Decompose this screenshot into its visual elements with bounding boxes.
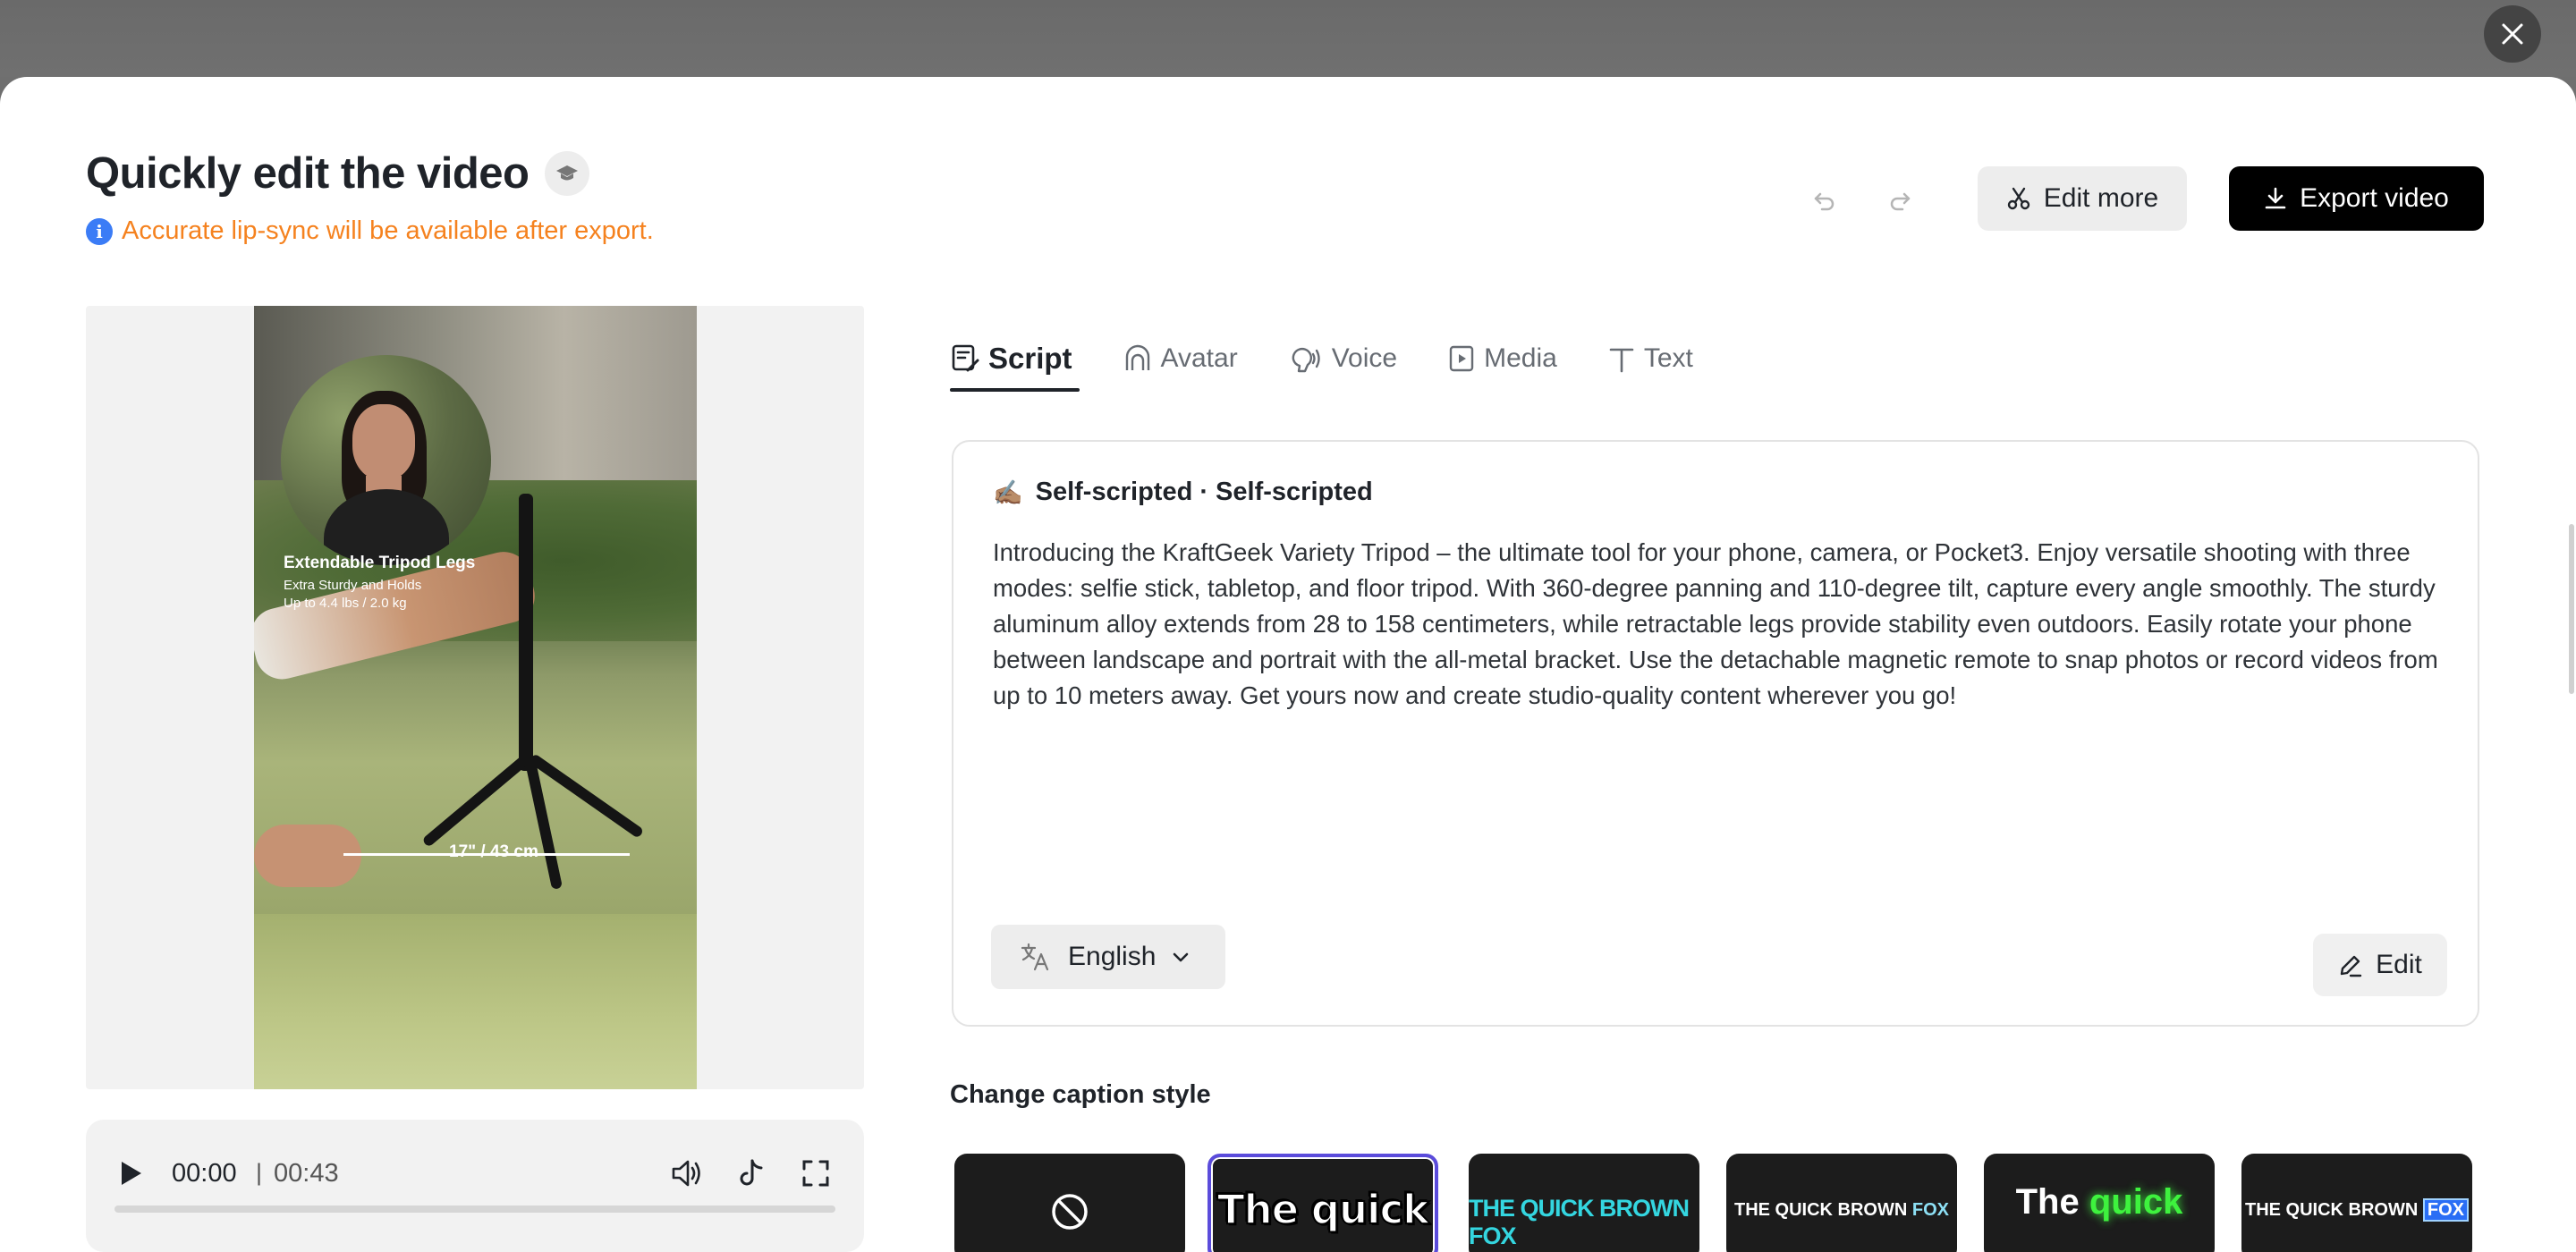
tripod-pole (519, 494, 533, 771)
scrollbar-thumb[interactable] (2569, 524, 2574, 694)
avatar-face (352, 404, 415, 480)
close-modal-button[interactable] (2484, 5, 2541, 63)
editor-tabs: Script Avatar Voice Media Text (950, 329, 1743, 392)
tab-label: Voice (1331, 343, 1398, 373)
edit-label: Edit (2376, 950, 2422, 979)
pencil-icon (2338, 952, 2363, 977)
tab-avatar[interactable]: Avatar (1123, 329, 1238, 388)
graduation-cap-icon (556, 165, 579, 181)
overlay-subtext: Extra Sturdy and Holds Up to 4.4 lbs / 2… (284, 577, 421, 613)
video-hand (254, 825, 361, 887)
tab-label: Avatar (1160, 343, 1238, 373)
language-label: English (1068, 942, 1157, 971)
close-icon (2502, 23, 2523, 45)
tab-label: Media (1484, 343, 1557, 373)
caption-style-boxed-highlight[interactable]: THE QUICK BROWN FOX (2241, 1154, 2472, 1252)
tab-script[interactable]: Script (950, 329, 1080, 392)
overlay-line: Extra Sturdy and Holds (284, 578, 422, 593)
play-button[interactable] (113, 1155, 148, 1191)
tab-label: Script (988, 342, 1072, 375)
edit-more-label: Edit more (2043, 183, 2159, 213)
edit-script-button[interactable]: Edit (2313, 934, 2447, 996)
tiktok-icon (740, 1159, 763, 1186)
undo-button[interactable] (1805, 181, 1844, 220)
tab-label: Text (1643, 343, 1693, 373)
caption-sample: THE QUICK BROWN FOX (1469, 1195, 1690, 1249)
fullscreen-button[interactable] (798, 1155, 834, 1191)
total-time: 00:43 (274, 1159, 339, 1188)
current-time: 00:00 (172, 1159, 237, 1188)
script-card: ✍🏽 Self-scripted · Self-scripted Introdu… (952, 440, 2479, 1027)
avatar-icon (1123, 343, 1153, 374)
video-preview[interactable]: 17" / 43 cm Extendable Tripod Legs Extra… (86, 306, 864, 1089)
notice-text: Accurate lip-sync will be available afte… (122, 216, 654, 245)
media-icon (1447, 343, 1476, 374)
tab-media[interactable]: Media (1447, 329, 1557, 388)
caption-sample: THE QUICK BROWN FOX (2245, 1182, 2469, 1222)
play-icon (122, 1162, 141, 1185)
volume-icon (672, 1160, 700, 1187)
blurred-app-background (0, 0, 2576, 77)
video-lawn (254, 914, 697, 1089)
language-select[interactable]: English (991, 925, 1225, 989)
chevron-down-icon (1170, 946, 1191, 968)
overlay-line: Up to 4.4 lbs / 2.0 kg (284, 596, 407, 611)
caption-style-small-caps-highlight[interactable]: THE QUICK BROWN FOX (1726, 1154, 1957, 1252)
page-title: Quickly edit the video (86, 149, 530, 198)
time-separator: | (256, 1159, 263, 1186)
script-heading-text: Self-scripted · Self-scripted (1035, 478, 1373, 506)
lip-sync-notice: i Accurate lip-sync will be available af… (86, 216, 654, 246)
video-player-controls: 00:00 | 00:43 (86, 1120, 864, 1252)
scissors-icon (2006, 186, 2031, 211)
voice-icon (1288, 343, 1324, 374)
quick-edit-modal: Quickly edit the video i Accurate lip-sy… (0, 77, 2576, 1252)
overlay-heading: Extendable Tripod Legs (284, 554, 476, 572)
caption-sample: THE QUICK BROWN FOX (1733, 1200, 1949, 1220)
script-text: Introducing the KraftGeek Variety Tripod… (993, 538, 2438, 709)
playback-progress-bar[interactable] (114, 1205, 835, 1213)
no-caption-icon (1052, 1194, 1088, 1230)
dimension-label: 17" / 43 cm (449, 842, 538, 861)
text-icon (1607, 343, 1636, 374)
video-frame[interactable]: 17" / 43 cm Extendable Tripod Legs Extra… (254, 306, 697, 1089)
caption-sample: The quick (2015, 1182, 2183, 1222)
script-icon (950, 343, 980, 374)
caption-style-green-glow[interactable]: The quick (1984, 1154, 2215, 1252)
caption-style-outline[interactable]: The quick (1208, 1154, 1438, 1252)
download-icon (2264, 186, 2287, 211)
caption-style-none[interactable] (954, 1154, 1185, 1252)
avatar-bubble (281, 355, 491, 565)
title-row: Quickly edit the video (86, 148, 590, 199)
redo-button[interactable] (1880, 181, 1919, 220)
edit-more-button[interactable]: Edit more (1978, 166, 2187, 231)
export-video-button[interactable]: Export video (2229, 166, 2484, 231)
export-video-label: Export video (2300, 183, 2449, 213)
tutorial-badge[interactable] (545, 151, 590, 196)
tab-text[interactable]: Text (1607, 329, 1693, 388)
fullscreen-icon (802, 1160, 829, 1187)
script-heading: ✍🏽 Self-scripted · Self-scripted (993, 478, 1373, 507)
redo-icon (1890, 192, 1911, 211)
caption-style-heading: Change caption style (950, 1080, 1211, 1109)
caption-style-condensed-cyan[interactable]: THE QUICK BROWN FOX (1469, 1154, 1699, 1252)
writing-hand-icon: ✍🏽 (993, 478, 1023, 506)
volume-button[interactable] (669, 1155, 705, 1191)
translate-icon (1020, 942, 1052, 972)
tiktok-preview-button[interactable] (733, 1155, 769, 1191)
tab-voice[interactable]: Voice (1288, 329, 1397, 388)
undo-icon (1814, 192, 1835, 211)
caption-sample: The quick (1216, 1185, 1430, 1234)
info-icon: i (86, 217, 113, 245)
